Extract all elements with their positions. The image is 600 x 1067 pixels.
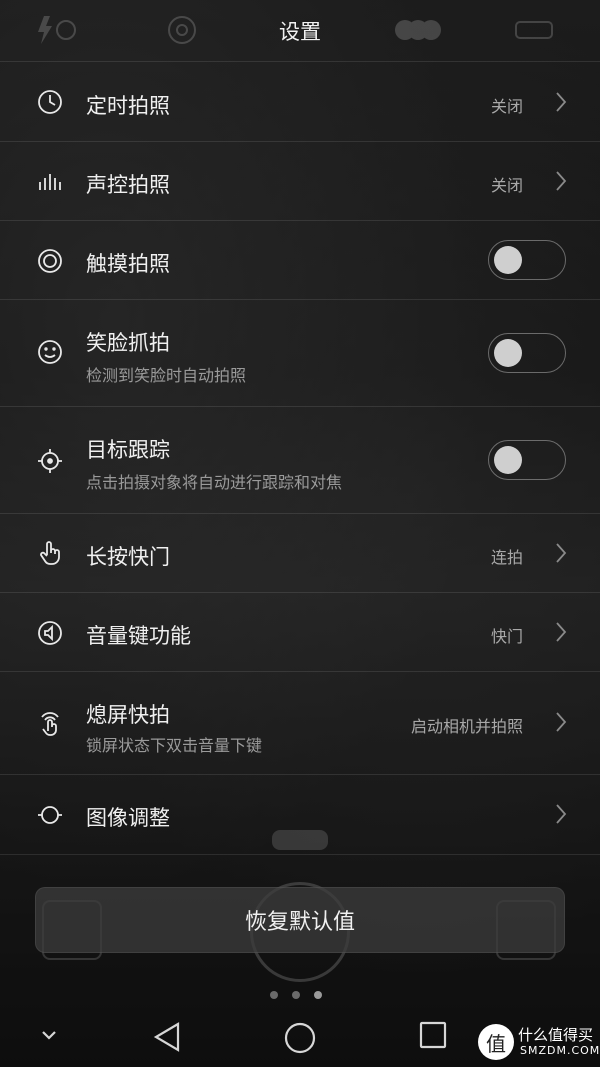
- settings-list: 定时拍照 关闭 声控拍照 关闭 触摸拍照 笑脸抓拍 检测到笑脸时自动拍照 目标跟…: [0, 62, 600, 855]
- watermark-badge: 值: [478, 1024, 514, 1060]
- setting-value: 快门: [490, 627, 523, 646]
- smzdm-watermark: 值 什么值得买 SMZDM.COM: [474, 1022, 599, 1062]
- touch-capture-toggle[interactable]: [488, 240, 566, 280]
- home-nav-icon[interactable]: [282, 1020, 318, 1060]
- page-dot: [270, 991, 278, 999]
- setting-label: 目标跟踪: [86, 438, 170, 462]
- chevron-right-icon: [554, 620, 568, 644]
- setting-timer[interactable]: 定时拍照 关闭: [0, 62, 600, 142]
- setting-label: 触摸拍照: [86, 252, 170, 276]
- watermark-domain: SMZDM.COM: [520, 1044, 600, 1057]
- setting-value: 连拍: [490, 548, 523, 567]
- page-title: 设置: [279, 19, 321, 44]
- touch-wave-icon: [36, 709, 64, 737]
- recents-nav-icon[interactable]: [418, 1020, 448, 1054]
- smile-capture-toggle[interactable]: [488, 333, 566, 373]
- toggle-knob: [494, 446, 522, 474]
- panel-drag-handle[interactable]: [272, 830, 328, 850]
- adjust-icon: [36, 801, 64, 829]
- setting-touch-capture[interactable]: 触摸拍照: [0, 221, 600, 300]
- chevron-right-icon: [554, 710, 568, 734]
- setting-value: 启动相机并拍照: [410, 717, 523, 736]
- setting-label: 定时拍照: [86, 94, 170, 118]
- reset-defaults-button[interactable]: 恢复默认值: [35, 887, 565, 953]
- toggle-knob: [494, 246, 522, 274]
- setting-label: 音量键功能: [86, 624, 191, 648]
- clock-icon: [36, 88, 64, 116]
- chevron-right-icon: [554, 169, 568, 193]
- setting-description: 锁屏状态下双击音量下键: [86, 736, 263, 755]
- settings-header: 设置: [0, 0, 600, 62]
- smile-icon: [36, 338, 64, 366]
- setting-quick-snapshot[interactable]: 熄屏快拍 锁屏状态下双击音量下键 启动相机并拍照: [0, 672, 600, 775]
- chevron-right-icon: [554, 541, 568, 565]
- setting-label: 图像调整: [86, 806, 170, 830]
- setting-long-press-shutter[interactable]: 长按快门 连拍: [0, 514, 600, 593]
- setting-value: 关闭: [490, 176, 523, 195]
- setting-value: 关闭: [490, 97, 523, 116]
- page-dot-active: [314, 991, 322, 999]
- chevron-right-icon: [554, 802, 568, 826]
- object-tracking-toggle[interactable]: [488, 440, 566, 480]
- sound-bars-icon: [36, 168, 64, 196]
- chevron-down-icon[interactable]: [38, 1027, 60, 1047]
- watermark-text: 什么值得买: [518, 1026, 594, 1044]
- setting-label: 长按快门: [86, 545, 170, 569]
- target-circle-icon: [36, 247, 64, 275]
- crosshair-icon: [36, 447, 64, 475]
- setting-label: 声控拍照: [86, 173, 170, 197]
- setting-description: 点击拍摄对象将自动进行跟踪和对焦: [86, 473, 343, 492]
- hand-press-icon: [36, 539, 64, 567]
- setting-voice[interactable]: 声控拍照 关闭: [0, 142, 600, 221]
- setting-volume-key[interactable]: 音量键功能 快门: [0, 593, 600, 672]
- chevron-right-icon: [554, 90, 568, 114]
- back-nav-icon[interactable]: [150, 1020, 184, 1058]
- page-dot: [292, 991, 300, 999]
- setting-label: 笑脸抓拍: [86, 331, 170, 355]
- volume-key-icon: [36, 619, 64, 647]
- toggle-knob: [494, 339, 522, 367]
- setting-description: 检测到笑脸时自动拍照: [86, 366, 247, 385]
- page-indicator: [270, 991, 322, 999]
- setting-smile-capture[interactable]: 笑脸抓拍 检测到笑脸时自动拍照: [0, 300, 600, 407]
- setting-object-tracking[interactable]: 目标跟踪 点击拍摄对象将自动进行跟踪和对焦: [0, 407, 600, 514]
- setting-label: 熄屏快拍: [86, 703, 170, 727]
